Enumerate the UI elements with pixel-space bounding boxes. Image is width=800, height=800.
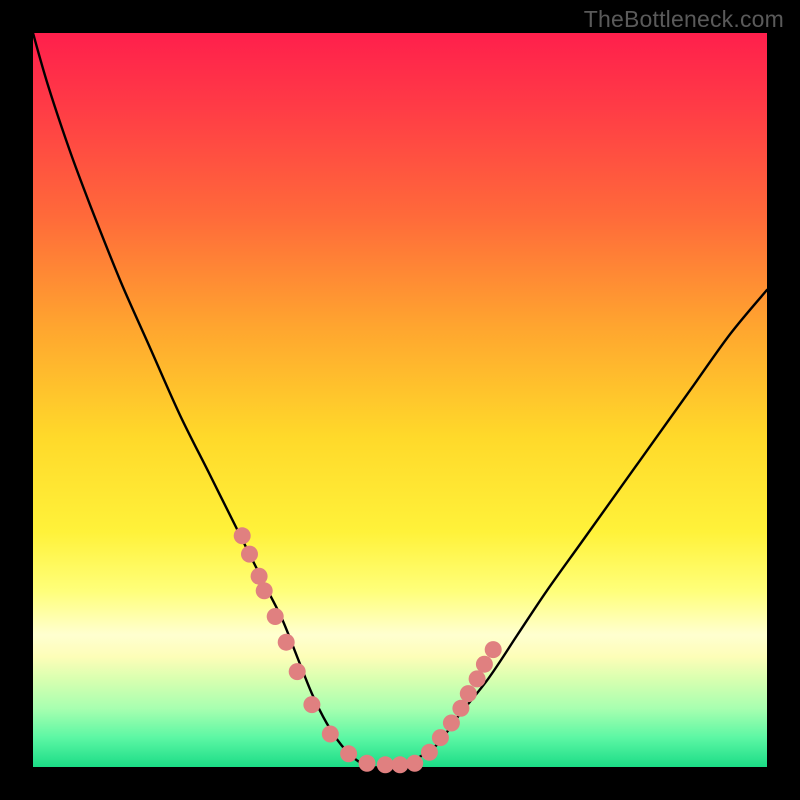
marker-point [289,663,306,680]
marker-point [421,744,438,761]
marker-point [234,527,251,544]
marker-point [392,756,409,773]
marker-point [443,715,460,732]
marker-point [322,726,339,743]
marker-point [469,670,486,687]
bottleneck-curve [33,33,767,768]
marker-point [485,641,502,658]
marker-point [340,745,357,762]
marker-point [359,755,376,772]
marker-point [406,755,423,772]
highlighted-points [234,527,502,773]
marker-point [267,608,284,625]
marker-point [251,568,268,585]
marker-point [241,546,258,563]
plot-area [33,33,767,767]
marker-point [278,634,295,651]
marker-point [476,656,493,673]
marker-point [377,756,394,773]
watermark-text: TheBottleneck.com [584,6,784,33]
outer-frame: TheBottleneck.com [0,0,800,800]
marker-point [432,729,449,746]
marker-point [303,696,320,713]
marker-point [256,582,273,599]
marker-point [460,685,477,702]
marker-point [452,700,469,717]
chart-svg [33,33,767,767]
